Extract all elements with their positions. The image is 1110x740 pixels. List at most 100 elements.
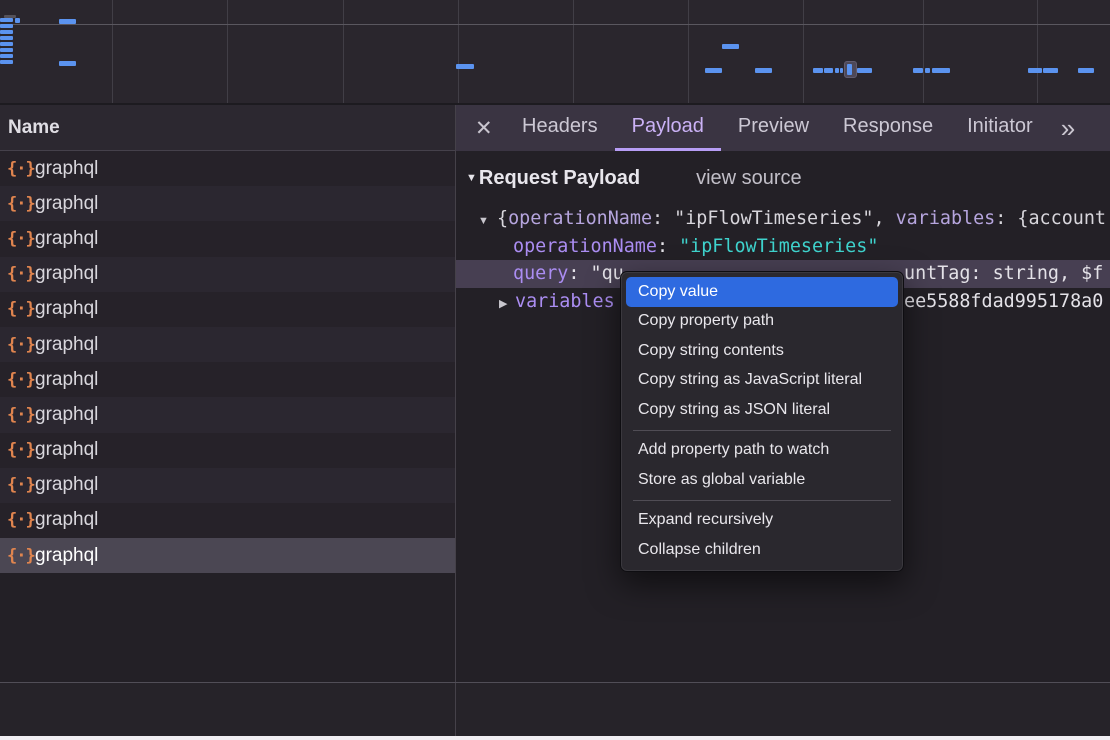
menu-item-copy-string-as-json-literal[interactable]: Copy string as JSON literal: [621, 395, 903, 425]
menu-item-expand-recursively[interactable]: Expand recursively: [621, 506, 903, 536]
menu-separator: [633, 430, 891, 431]
timeline-request-bar: [0, 24, 13, 28]
tree-text-right-fragment: ee5588fdad995178a0: [904, 288, 1103, 316]
request-payload-section-header: ▼ Request Payload view source: [456, 163, 1110, 193]
timeline-request-bar: [813, 68, 823, 73]
menu-item-collapse-children[interactable]: Collapse children: [621, 535, 903, 565]
menu-item-copy-value[interactable]: Copy value: [626, 277, 898, 307]
timeline-gridline: [573, 0, 574, 103]
tree-text-segment: {: [497, 208, 508, 229]
tab-headers[interactable]: Headers: [505, 105, 615, 151]
request-row-graphql[interactable]: {·}graphql: [0, 292, 455, 327]
timeline-request-bar: [1028, 68, 1042, 73]
json-braces-icon: {·}: [7, 335, 35, 355]
tree-text-segment: variables: [896, 208, 996, 229]
timeline-request-bar: [857, 68, 872, 73]
request-row-graphql[interactable]: {·}graphql: [0, 151, 455, 186]
details-tab-bar: ✕ HeadersPayloadPreviewResponseInitiator…: [456, 105, 1110, 151]
panel-divider: [455, 683, 456, 736]
timeline-request-bar: [0, 36, 13, 40]
tab-initiator[interactable]: Initiator: [950, 105, 1050, 151]
timeline-request-bar: [932, 68, 950, 73]
tree-text-segment: "ipFlowTimeseries": [679, 236, 878, 257]
timeline-request-bar: [0, 54, 13, 58]
timeline-request-bar: [1078, 68, 1094, 73]
request-name-label: graphql: [35, 404, 98, 426]
json-braces-icon: {·}: [7, 510, 35, 530]
request-name-label: graphql: [35, 334, 98, 356]
request-name-label: graphql: [35, 263, 98, 285]
expanded-arrow-icon[interactable]: ▼: [478, 208, 497, 233]
request-name-label: graphql: [35, 158, 98, 180]
request-name-label: graphql: [35, 369, 98, 391]
timeline-row-divider: [0, 24, 1110, 25]
network-overview-timeline[interactable]: [0, 0, 1110, 105]
context-menu: Copy valueCopy property pathCopy string …: [620, 271, 904, 572]
devtools-network-panel: Name {·}graphql{·}graphql{·}graphql{·}gr…: [0, 0, 1110, 740]
json-braces-icon: {·}: [7, 546, 35, 566]
tab-response[interactable]: Response: [826, 105, 950, 151]
tree-text-segment: : {account: [995, 208, 1106, 229]
request-row-graphql[interactable]: {·}graphql: [0, 538, 455, 573]
request-rows: {·}graphql{·}graphql{·}graphql{·}graphql…: [0, 151, 455, 573]
request-row-graphql[interactable]: {·}graphql: [0, 186, 455, 221]
close-icon[interactable]: ✕: [475, 116, 497, 141]
request-row-graphql[interactable]: {·}graphql: [0, 327, 455, 362]
menu-item-add-property-path-to-watch[interactable]: Add property path to watch: [621, 436, 903, 466]
timeline-request-bar: [59, 61, 76, 66]
timeline-request-bar: [755, 68, 772, 73]
menu-item-copy-string-as-javascript-literal[interactable]: Copy string as JavaScript literal: [621, 366, 903, 396]
tab-payload[interactable]: Payload: [615, 105, 721, 151]
name-column-label: Name: [8, 117, 60, 139]
tree-text-segment: : "qu: [568, 263, 623, 284]
menu-item-store-as-global-variable[interactable]: Store as global variable: [621, 465, 903, 495]
json-braces-icon: {·}: [7, 405, 35, 425]
menu-item-copy-string-contents[interactable]: Copy string contents: [621, 336, 903, 366]
timeline-request-bar: [913, 68, 923, 73]
footer-area: [0, 683, 1110, 736]
collapsed-arrow-icon[interactable]: ▶: [499, 291, 515, 316]
timeline-gridline: [458, 0, 459, 103]
json-braces-icon: {·}: [7, 194, 35, 214]
payload-tree-row[interactable]: ▼{operationName: "ipFlowTimeseries", var…: [456, 205, 1110, 233]
request-name-label: graphql: [35, 298, 98, 320]
view-source-link[interactable]: view source: [696, 167, 802, 190]
request-name-label: graphql: [35, 439, 98, 461]
json-braces-icon: {·}: [7, 229, 35, 249]
name-column-header[interactable]: Name: [0, 105, 455, 151]
timeline-selected-marker: [844, 61, 857, 78]
tree-text-segment: query: [513, 263, 568, 284]
tree-text-segment: :: [657, 236, 679, 257]
json-braces-icon: {·}: [7, 299, 35, 319]
timeline-request-bar: [15, 18, 20, 23]
tree-text-segment: variables: [515, 291, 615, 312]
request-row-graphql[interactable]: {·}graphql: [0, 397, 455, 432]
request-list-panel: Name {·}graphql{·}graphql{·}graphql{·}gr…: [0, 105, 455, 736]
request-row-graphql[interactable]: {·}graphql: [0, 433, 455, 468]
more-tabs-icon[interactable]: »: [1061, 115, 1075, 141]
request-payload-disclosure-icon[interactable]: ▼: [466, 172, 477, 184]
timeline-request-bar: [0, 30, 13, 34]
timeline-gridline: [112, 0, 113, 103]
timeline-gridline: [923, 0, 924, 103]
request-row-graphql[interactable]: {·}graphql: [0, 503, 455, 538]
menu-item-copy-property-path[interactable]: Copy property path: [621, 307, 903, 337]
timeline-request-bar: [0, 48, 13, 52]
tab-preview[interactable]: Preview: [721, 105, 826, 151]
request-row-graphql[interactable]: {·}graphql: [0, 221, 455, 256]
request-row-graphql[interactable]: {·}graphql: [0, 468, 455, 503]
request-payload-title: Request Payload: [479, 167, 640, 190]
timeline-gridline: [688, 0, 689, 103]
timeline-gridline: [343, 0, 344, 103]
timeline-request-bar: [824, 68, 833, 73]
json-braces-icon: {·}: [7, 370, 35, 390]
timeline-gridline: [803, 0, 804, 103]
request-row-graphql[interactable]: {·}graphql: [0, 362, 455, 397]
timeline-request-bar: [840, 68, 843, 73]
request-row-graphql[interactable]: {·}graphql: [0, 257, 455, 292]
payload-tree-row[interactable]: operationName: "ipFlowTimeseries": [456, 233, 1110, 261]
request-name-label: graphql: [35, 545, 98, 567]
timeline-request-bar: [0, 18, 13, 22]
screenshot-bottom-edge: [0, 736, 1110, 740]
tree-text-segment: operationName: [508, 208, 652, 229]
